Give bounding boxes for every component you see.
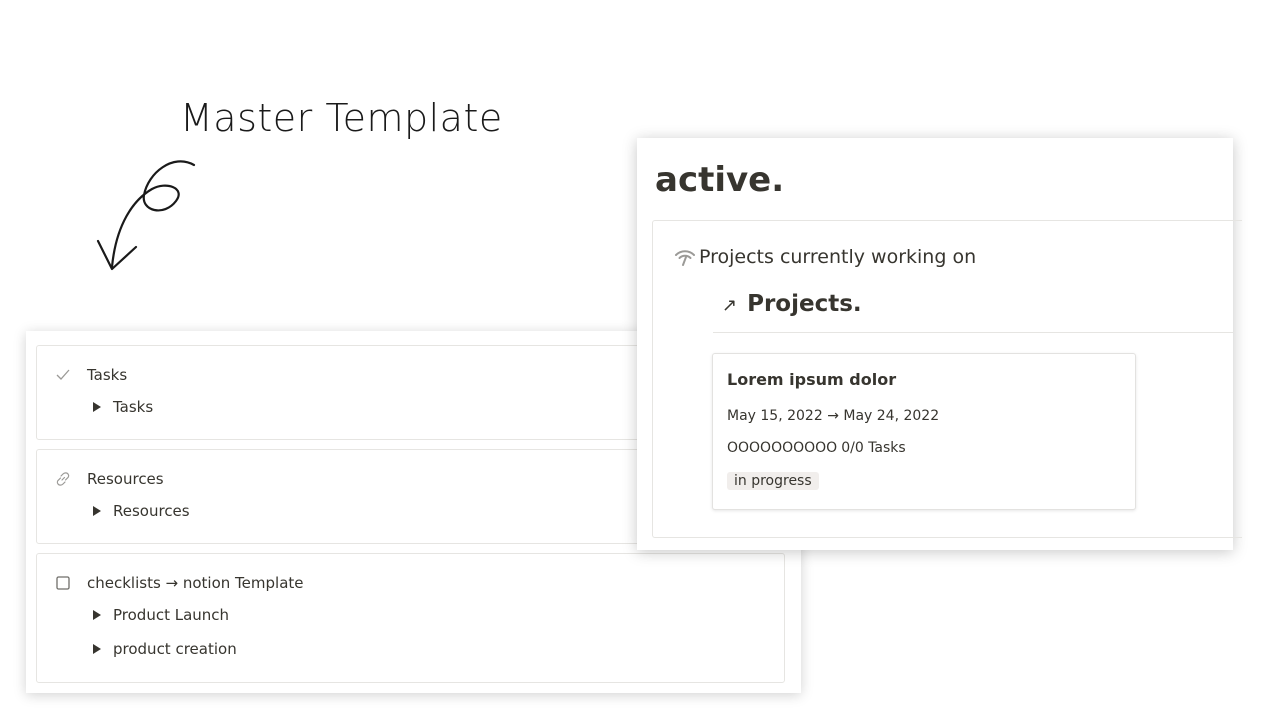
annotation-title: Master Template: [180, 96, 503, 140]
toggle-triangle-icon[interactable]: [93, 610, 101, 620]
divider: [713, 332, 1233, 333]
projects-link-title[interactable]: Projects.: [747, 291, 862, 317]
toggle-tasks[interactable]: Tasks: [93, 398, 153, 416]
checklists-callout: checklists → notion Template Product Lau…: [36, 553, 785, 683]
progress-text: 0/0 Tasks: [841, 440, 906, 456]
toggle-label: Product Launch: [113, 606, 230, 624]
projects-link[interactable]: ↗ Projects.: [722, 291, 862, 317]
callout-description: Projects currently working on: [699, 246, 977, 268]
toggle-triangle-icon[interactable]: [93, 506, 101, 516]
project-card-progress: OOOOOOOOOO 0/0 Tasks: [727, 440, 906, 456]
toggle-product-creation[interactable]: product creation: [93, 640, 237, 658]
toggle-resources[interactable]: Resources: [93, 502, 190, 520]
tasks-callout-label: Tasks: [87, 366, 128, 384]
toggle-product-launch[interactable]: Product Launch: [93, 606, 229, 624]
checkbox-icon: [55, 575, 71, 591]
signal-icon: [675, 250, 695, 266]
checklists-callout-label: checklists → notion Template: [87, 574, 304, 592]
project-card-title: Lorem ipsum dolor: [727, 370, 897, 389]
page-heading: active.: [655, 160, 785, 200]
tasks-callout-header: Tasks: [55, 366, 127, 384]
link-arrow-icon: ↗: [722, 295, 738, 316]
toggle-label: Resources: [113, 502, 190, 520]
toggle-triangle-icon[interactable]: [93, 644, 101, 654]
progress-circles: OOOOOOOOOO: [727, 440, 838, 456]
active-projects-panel: active. Projects currently working on ↗ …: [637, 138, 1242, 550]
resources-callout-label: Resources: [87, 470, 164, 488]
toggle-label: product creation: [113, 640, 237, 658]
project-card-dates: May 15, 2022 → May 24, 2022: [727, 408, 940, 424]
toggle-triangle-icon[interactable]: [93, 402, 101, 412]
checklists-callout-header: checklists → notion Template: [55, 574, 304, 592]
check-icon: [55, 367, 71, 383]
resources-callout-header: Resources: [55, 470, 164, 488]
project-card[interactable]: Lorem ipsum dolor May 15, 2022 → May 24,…: [712, 353, 1136, 510]
link-icon: [55, 471, 71, 487]
toggle-label: Tasks: [113, 398, 154, 416]
curly-arrow-icon: [96, 160, 196, 271]
status-badge: in progress: [727, 472, 819, 490]
